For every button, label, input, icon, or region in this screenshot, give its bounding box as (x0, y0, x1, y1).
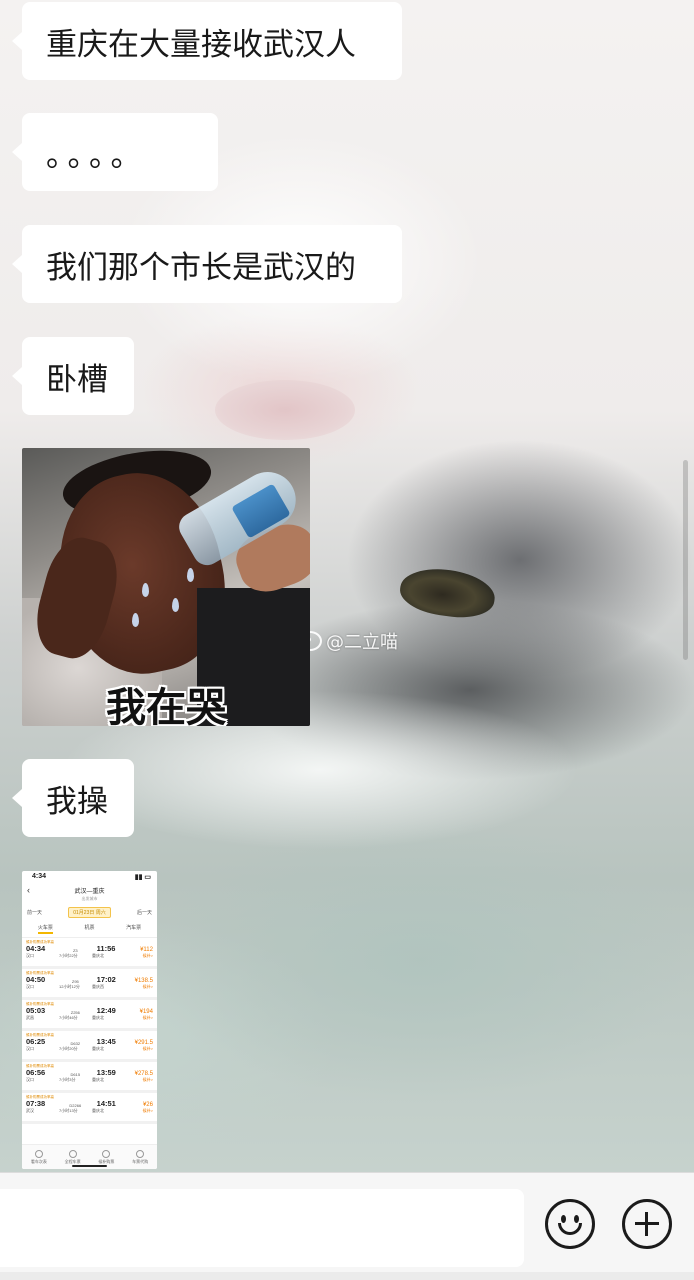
from-station: 汉口 (26, 1077, 34, 1082)
prev-day: 前一天 (27, 910, 43, 916)
ticket-row: 候补购票成功率高 05:03 Z256 12:49 ¥194 武昌 7小时46分 重庆北 候补> (22, 1000, 157, 1031)
message-image-ticket-screenshot[interactable]: 4:34 ▮▮ ▭ ‹ 武汉—重庆 出发城市 前一天 01月23日 周六 后一天… (22, 871, 157, 1169)
row-note: 候补> (142, 984, 153, 989)
arrival-time: 13:45 (96, 1037, 116, 1046)
message-incoming[interactable]: 我操 (12, 759, 134, 837)
screenshot-home-indicator (72, 1165, 107, 1167)
from-station: 汉口 (26, 1046, 34, 1051)
meme-tear-drop (132, 613, 139, 627)
message-bubble[interactable]: 我操 (12, 759, 134, 837)
departure-time: 07:38 (26, 1099, 46, 1108)
footer-item: 候补购票 (98, 1149, 114, 1165)
to-station: 重庆北 (92, 1077, 104, 1082)
ticket-row: 候补购票成功率高 06:25 D632 13:45 ¥291.5 汉口 7小时20分 重庆北候… (22, 1031, 157, 1062)
to-station: 重庆北 (92, 1015, 104, 1020)
meme-caption: 我在哭 (106, 685, 226, 726)
departure-time: 05:03 (26, 1006, 46, 1015)
message-incoming[interactable]: 重庆在大量接收武汉人 (12, 2, 402, 80)
meme-tear-drop (142, 583, 149, 597)
screenshot-status-bar: 4:34 ▮▮ ▭ (22, 871, 157, 885)
footer-item: 全程车票 (65, 1149, 81, 1165)
route-subtitle: 出发城市 (81, 896, 98, 901)
arrival-time: 12:49 (96, 1006, 116, 1015)
ticket-row: 候补购票成功率高 07:38 D2266 14:51 ¥26 武汉 7小时13分 重庆北 候补> (22, 1093, 157, 1124)
ticket-row: 候补购票成功率高 04:34 Z3 11:56 ¥112 汉口 7小时22分 重庆北 候补> (22, 938, 157, 969)
departure-time: 04:34 (26, 944, 46, 953)
arrival-time: 13:59 (96, 1068, 116, 1077)
scroll-indicator[interactable] (683, 460, 688, 660)
ticket-list: 候补购票成功率高 04:34 Z3 11:56 ¥112 汉口 7小时22分 重庆北 候补> 候补… (22, 938, 157, 1124)
next-day: 后一天 (136, 910, 152, 916)
departure-time: 06:56 (26, 1068, 46, 1077)
row-note: 候补> (142, 1046, 153, 1051)
from-station: 汉口 (26, 953, 34, 958)
row-note: 候补> (142, 953, 153, 958)
ticket-row: 候补购票成功率高 04:50 Z95 17:02 ¥138.5 汉口 12小时12分 重庆西候… (22, 969, 157, 1000)
route-title: 武汉—重庆 (74, 889, 105, 895)
cat-nose-shape (215, 380, 355, 440)
cat-eye-shape (397, 563, 498, 623)
screenshot-date-bar: 前一天 01月23日 周六 后一天 (22, 904, 157, 921)
footer-item: 车票代购 (132, 1149, 148, 1165)
message-incoming[interactable]: 我们那个市长是武汉的 (12, 225, 402, 303)
tab-flight: 机票 (84, 925, 95, 931)
tab-train: 火车票 (37, 924, 53, 934)
arrival-time: 14:51 (96, 1099, 116, 1108)
from-station: 武汉 (26, 1108, 34, 1113)
row-note: 候补> (142, 1015, 153, 1020)
screenshot-time: 4:34 (32, 873, 47, 880)
watermark-text: @二立喵 (326, 632, 398, 653)
arrival-time: 11:56 (96, 944, 116, 953)
emoji-smile-icon[interactable] (545, 1199, 595, 1249)
arrival-time: 17:02 (96, 975, 116, 984)
message-incoming[interactable]: 卧槽 (12, 337, 134, 415)
duration: 7小时46分 (59, 1015, 78, 1020)
footer-item: 看车次表 (31, 1149, 47, 1165)
home-indicator-area (0, 1272, 694, 1280)
duration: 7小时13分 (59, 1108, 78, 1113)
row-note: 候补> (142, 1077, 153, 1082)
row-note: 候补> (142, 1108, 153, 1113)
from-station: 汉口 (26, 984, 34, 989)
to-station: 重庆北 (92, 1108, 104, 1113)
message-image-meme[interactable]: 我在哭 (22, 448, 310, 726)
duration: 7小时22分 (59, 953, 78, 958)
departure-time: 04:50 (26, 975, 46, 984)
departure-time: 06:25 (26, 1037, 46, 1046)
message-input[interactable] (0, 1189, 524, 1267)
chat-input-bar (0, 1172, 694, 1280)
weibo-watermark: @二立喵 (298, 627, 398, 655)
to-station: 重庆北 (92, 1046, 104, 1051)
back-arrow-icon: ‹ (27, 885, 30, 895)
message-bubble[interactable]: 我们那个市长是武汉的 (12, 225, 402, 303)
ticket-row: 候补购票成功率高 06:56 D615 13:59 ¥278.5 汉口 7小时3分 重庆北 候补… (22, 1062, 157, 1093)
message-incoming[interactable]: 。。。。 (12, 113, 218, 191)
message-bubble[interactable]: 重庆在大量接收武汉人 (12, 2, 402, 80)
plus-circle-icon[interactable] (622, 1199, 672, 1249)
message-bubble[interactable]: 。。。。 (12, 113, 218, 191)
meme-tear-drop (172, 598, 179, 612)
screenshot-route: 武汉—重庆 出发城市 (22, 888, 157, 901)
message-bubble[interactable]: 卧槽 (12, 337, 134, 415)
meme-tear-drop (187, 568, 194, 582)
from-station: 武昌 (26, 1015, 34, 1020)
tab-bus: 汽车票 (126, 925, 142, 931)
selected-date: 01月23日 周六 (68, 907, 111, 918)
to-station: 重庆西 (92, 984, 104, 989)
duration: 7小时20分 (59, 1046, 78, 1051)
duration: 7小时3分 (59, 1077, 76, 1082)
screenshot-tabs: 火车票 机票 汽车票 (22, 921, 157, 938)
duration: 12小时12分 (59, 984, 80, 989)
signal-battery-icon: ▮▮ ▭ (134, 874, 151, 881)
to-station: 重庆北 (92, 953, 104, 958)
